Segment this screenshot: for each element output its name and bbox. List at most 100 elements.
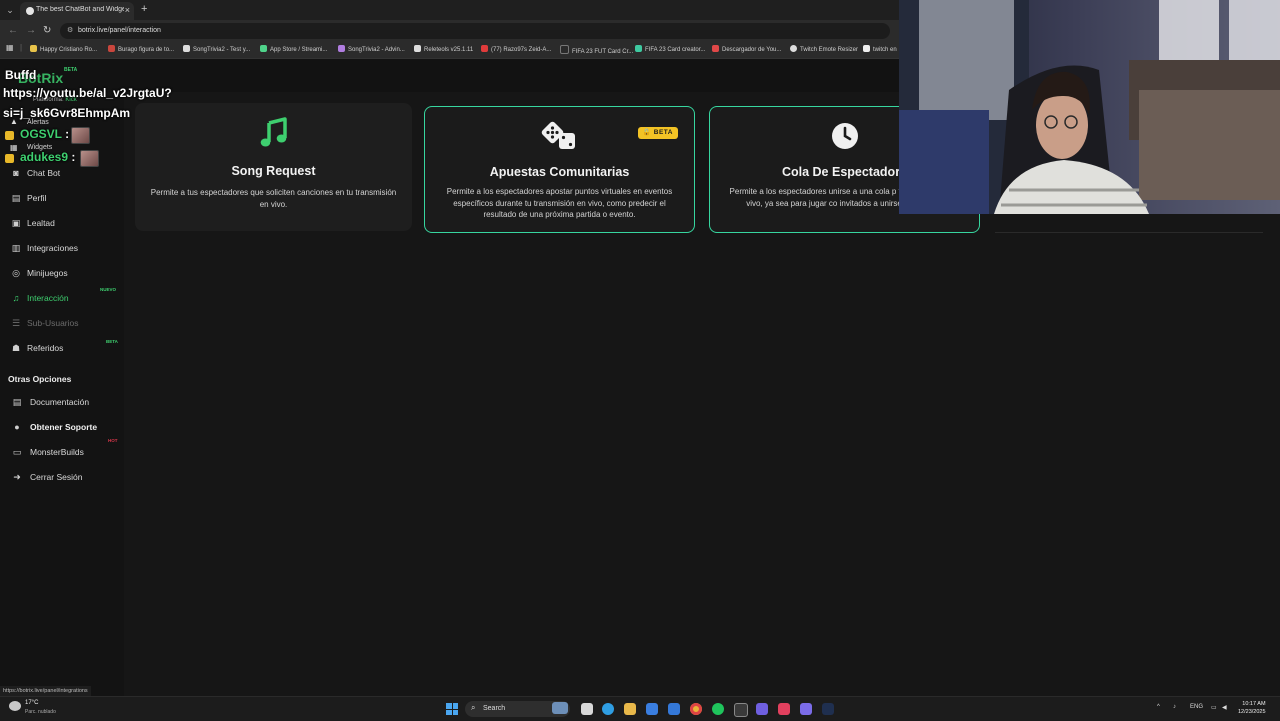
bookmark-item[interactable]: Descargador de You... — [712, 45, 781, 53]
bookmark-item[interactable]: Twitch Emote Resizer — [790, 45, 858, 53]
mail-icon[interactable] — [668, 703, 680, 715]
gamepad-icon: ◎ — [12, 268, 20, 278]
sidebar-item-referidos[interactable]: ☗ Referidos BETA — [0, 337, 124, 359]
sidebar-item-interaccion[interactable]: ♫ Interacción NUEVO — [0, 287, 124, 309]
sidebar-item-label: Cerrar Sesión — [30, 472, 83, 482]
sidebar-item-alertas[interactable]: Alertas — [27, 119, 49, 126]
sidebar-item-minijuegos[interactable]: ◎ Minijuegos — [0, 262, 124, 284]
bookmark-item[interactable]: App Store / Streami... — [260, 45, 327, 53]
clock[interactable]: 10:17 AM 12/23/2025 — [1238, 700, 1266, 716]
sidebar-item-obtener-soporte[interactable]: ● Obtener Soporte — [0, 416, 124, 438]
other-options-title: Otras Opciones — [8, 374, 72, 384]
bookmark-item[interactable]: Burago figura de to... — [108, 45, 174, 53]
bookmark-item[interactable]: FIFA 23 FUT Card Cr... — [560, 45, 633, 55]
beta-tag: BETA — [106, 339, 118, 344]
volume-icon[interactable]: ◀ — [1222, 704, 1227, 711]
chrome-icon[interactable] — [690, 703, 702, 715]
sidebar-item-integraciones[interactable]: ▥ Integraciones — [0, 237, 124, 259]
music-note-icon — [135, 117, 412, 154]
alert-icon: ▲ — [10, 117, 18, 126]
browser-tab[interactable]: The best ChatBot and Widgets × — [20, 2, 134, 20]
bookmark-item[interactable]: twitch en — [863, 45, 897, 53]
link-status-bar: https://botrix.live/panel/integrations — [0, 686, 91, 696]
bookmark-item[interactable]: SongTrivia2 - Advin... — [338, 45, 405, 53]
site-favicon-icon — [26, 7, 34, 15]
logout-icon: ➜ — [13, 472, 21, 482]
profile-icon: ▤ — [11, 193, 21, 203]
weather-icon[interactable] — [9, 701, 21, 711]
weather-temp[interactable]: 17°C — [25, 700, 38, 706]
sidebar-item-sub-usuarios[interactable]: ☰ Sub-Usuarios — [0, 312, 124, 334]
forward-icon[interactable]: → — [26, 25, 36, 36]
sidebar-item-label: Interacción — [27, 293, 69, 303]
card-title: Apuestas Comunitarias — [489, 165, 630, 179]
sidebar-item-label: Documentación — [30, 397, 90, 407]
webcam-feed — [899, 0, 1280, 214]
sidebar-item-label: Obtener Soporte — [30, 422, 98, 432]
book-icon: ▤ — [12, 397, 22, 407]
copilot-icon[interactable] — [552, 702, 568, 714]
steam-icon[interactable] — [822, 703, 834, 715]
referrals-icon: ☗ — [11, 343, 21, 353]
sidebar: ◙ Chat Bot ▤ Perfil ▣ Lealtad ▥ Integrac… — [0, 92, 124, 696]
site-info-icon[interactable]: ⚙ — [67, 26, 73, 34]
address-bar[interactable]: ⚙ botrix.live/panel/interaction — [60, 23, 890, 39]
discord-icon: ● — [14, 422, 20, 432]
tab-search-icon[interactable]: ⌄ — [4, 4, 16, 16]
sidebar-item-lealtad[interactable]: ▣ Lealtad — [0, 212, 124, 234]
tray-chevron-icon[interactable]: ^ — [1157, 704, 1160, 710]
file-explorer-icon[interactable] — [624, 703, 636, 715]
sidebar-item-chat-bot[interactable]: ◙ Chat Bot — [0, 162, 124, 184]
clock-date: 12/23/2025 — [1238, 709, 1266, 715]
network-icon[interactable]: ▭ — [1211, 704, 1217, 711]
start-icon[interactable] — [446, 703, 458, 715]
chat-user-2: adukes9 : — [20, 150, 76, 164]
sidebar-item-perfil[interactable]: ▤ Perfil — [0, 187, 124, 209]
edge-icon[interactable] — [602, 703, 614, 715]
sub-badge-icon — [5, 131, 14, 140]
sidebar-item-monsterbuilds[interactable]: ▭ MonsterBuilds HOT — [0, 438, 124, 463]
card-partial — [995, 228, 1263, 233]
loyalty-icon: ▣ — [11, 218, 21, 228]
monitor-icon: ▭ — [12, 447, 22, 457]
mic-icon[interactable]: ♪ — [1173, 704, 1176, 710]
tab-title: The best ChatBot and Widgets — [36, 6, 124, 13]
bookmark-item[interactable]: Happy Cristiano Ro... — [30, 45, 97, 53]
integrations-icon: ▥ — [11, 243, 21, 253]
search-label: Search — [483, 705, 506, 712]
address-url[interactable]: botrix.live/panel/interaction — [78, 27, 161, 34]
back-icon[interactable]: ← — [8, 25, 18, 36]
bookmark-item[interactable]: SongTrivia2 - Test y... — [183, 45, 250, 53]
reload-icon[interactable]: ↻ — [43, 25, 51, 36]
discord-app-icon[interactable] — [756, 703, 768, 715]
new-tag: NUEVO — [100, 287, 117, 292]
song-request-card[interactable]: Song Request Permite a tus espectadores … — [135, 103, 412, 231]
overlay-streamer-name: Buffd — [5, 68, 37, 82]
logo-beta-tag: BETA — [64, 67, 78, 73]
spotify-icon[interactable] — [712, 703, 724, 715]
store-icon[interactable] — [646, 703, 658, 715]
teams-icon[interactable] — [800, 703, 812, 715]
bookmark-item[interactable]: (77) Razo97s Zeid-A... — [481, 45, 551, 53]
bookmark-item[interactable]: Releteols v25.1.11 — [414, 45, 473, 53]
card-description: Permite a tus espectadores que soliciten… — [150, 188, 397, 209]
sidebar-item-cerrar-sesion[interactable]: ➜ Cerrar Sesión — [0, 466, 124, 488]
language-indicator[interactable]: ENG — [1190, 704, 1203, 710]
sidebar-item-documentacion[interactable]: ▤ Documentación — [0, 391, 124, 413]
taskbar: 17°C Parc. nublado ⌕ Search ^ ♪ ENG ▭ ◀ … — [0, 696, 1280, 721]
overlay-chat-link-line2: si=j_sk6Gvr8EhmpAm — [3, 106, 131, 120]
community-bets-card[interactable]: 🔒 BETA Apuestas Comunitarias Permite a l… — [424, 106, 695, 233]
chat-emote-2 — [80, 150, 99, 167]
settings-icon[interactable] — [734, 703, 748, 717]
sidebar-item-label: Integraciones — [27, 243, 79, 253]
bookmark-item[interactable]: FIFA 23 Card creator... — [635, 45, 705, 53]
music-app-icon[interactable] — [778, 703, 790, 715]
new-tab-icon[interactable]: + — [141, 3, 147, 15]
apps-grid-icon[interactable]: ▦ — [6, 43, 14, 52]
search-icon: ⌕ — [471, 703, 476, 712]
close-tab-icon[interactable]: × — [125, 5, 130, 15]
weather-desc[interactable]: Parc. nublado — [25, 709, 56, 715]
sidebar-item-label: MonsterBuilds — [30, 447, 84, 457]
music-icon: ♫ — [12, 293, 20, 303]
task-view-icon[interactable] — [581, 703, 593, 715]
